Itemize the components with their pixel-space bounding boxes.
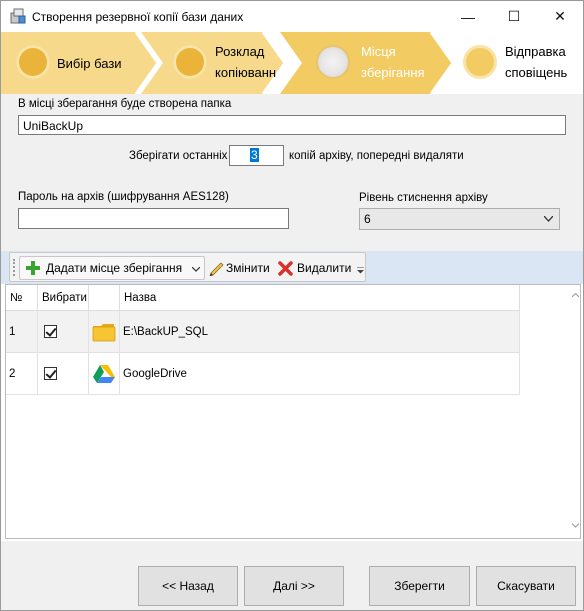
row-select-cell (38, 311, 89, 353)
close-button[interactable]: ✕ (537, 1, 583, 32)
vertical-scrollbar[interactable] (569, 285, 582, 538)
column-header-select[interactable]: Вибрати (38, 285, 89, 311)
folder-label: В місці зберагання буде створена папка (18, 98, 232, 110)
backup-wizard-window: Створення резервної копії бази даних — ☐… (0, 0, 584, 611)
keep-copies-prefix: Зберігати останніх (129, 150, 228, 162)
step-done-icon (173, 45, 207, 79)
row-name: GoogleDrive (120, 353, 520, 395)
row-number: 2 (6, 353, 38, 395)
toolbar-grip[interactable] (13, 259, 15, 276)
minimize-button[interactable]: — (445, 1, 491, 32)
column-header-name[interactable]: Назва (120, 285, 520, 311)
row-select-cell (38, 353, 89, 395)
maximize-button[interactable]: ☐ (491, 1, 537, 32)
settings-panel: В місці зберагання буде створена папка U… (1, 94, 583, 251)
step-label: Розклад копіюванні (215, 44, 277, 80)
chevron-down-icon (544, 216, 553, 222)
save-button[interactable]: Зберегти (369, 566, 470, 606)
minimize-icon: — (461, 8, 475, 25)
storage-table: № Вибрати Назва 1 E:\BackUP_SQL 2 Google… (5, 284, 581, 539)
step-label: Місця зберігання (361, 44, 425, 80)
compression-select[interactable]: 6 (359, 208, 560, 230)
row-name: E:\BackUP_SQL (120, 311, 520, 353)
title-bar: Створення резервної копії бази даних — ☐… (1, 1, 583, 32)
toolbar-overflow-icon[interactable] (357, 267, 364, 274)
password-label: Пароль на архів (шифрування AES128) (18, 191, 229, 203)
step-pending-icon (463, 45, 497, 79)
edit-button[interactable]: Змінити (208, 256, 276, 280)
scroll-up-icon[interactable] (572, 293, 579, 298)
step-label: Відправка сповіщень (505, 44, 568, 80)
maximize-icon: ☐ (507, 8, 521, 24)
row-checkbox[interactable] (44, 367, 57, 380)
step-done-icon (16, 45, 50, 79)
add-storage-button[interactable]: Дадати місце зберігання (19, 256, 205, 280)
compression-label: Рівень стиснення архіву (359, 192, 488, 204)
row-icon-cell (89, 353, 120, 395)
password-input[interactable] (18, 208, 289, 229)
close-icon: ✕ (554, 8, 566, 24)
button-bar: << Назад Далі >> Зберегти Скасувати (1, 541, 583, 610)
column-header-number[interactable]: № (6, 285, 38, 311)
delete-icon (278, 260, 293, 276)
step-notifications: Відправка сповіщень (451, 32, 583, 94)
pencil-icon (209, 262, 224, 276)
add-icon (26, 261, 40, 275)
folder-name-input[interactable]: UniBackUp (18, 115, 566, 135)
back-button[interactable]: << Назад (138, 566, 238, 606)
cancel-button[interactable]: Скасувати (476, 566, 576, 606)
wizard-steps: Вибір бази Розклад копіюванні Місця збер… (1, 32, 583, 94)
keep-copies-input[interactable]: 3 (229, 145, 284, 166)
column-header-icon[interactable] (89, 285, 120, 311)
next-button[interactable]: Далі >> (244, 566, 344, 606)
row-icon-cell (89, 311, 120, 353)
storage-toolbar: Дадати місце зберігання Змінити Видалити (9, 252, 366, 282)
chevron-down-icon (192, 267, 200, 272)
folder-icon (92, 323, 116, 341)
step-label: Вибір бази (57, 55, 122, 71)
row-checkbox[interactable] (44, 325, 57, 338)
keep-copies-suffix: копій архіву, попередні видаляти (289, 150, 464, 162)
window-title: Створення резервної копії бази даних (32, 10, 244, 24)
step-storage-places: Місця зберігання (301, 32, 451, 94)
step-schedule: Розклад копіюванні (151, 32, 281, 94)
step-select-database: Вибір бази (1, 32, 151, 94)
google-drive-icon (93, 364, 115, 383)
scroll-down-icon[interactable] (572, 523, 579, 528)
row-number: 1 (6, 311, 38, 353)
step-active-icon (316, 45, 350, 79)
app-icon (10, 8, 26, 24)
delete-button[interactable]: Видалити (278, 256, 356, 280)
